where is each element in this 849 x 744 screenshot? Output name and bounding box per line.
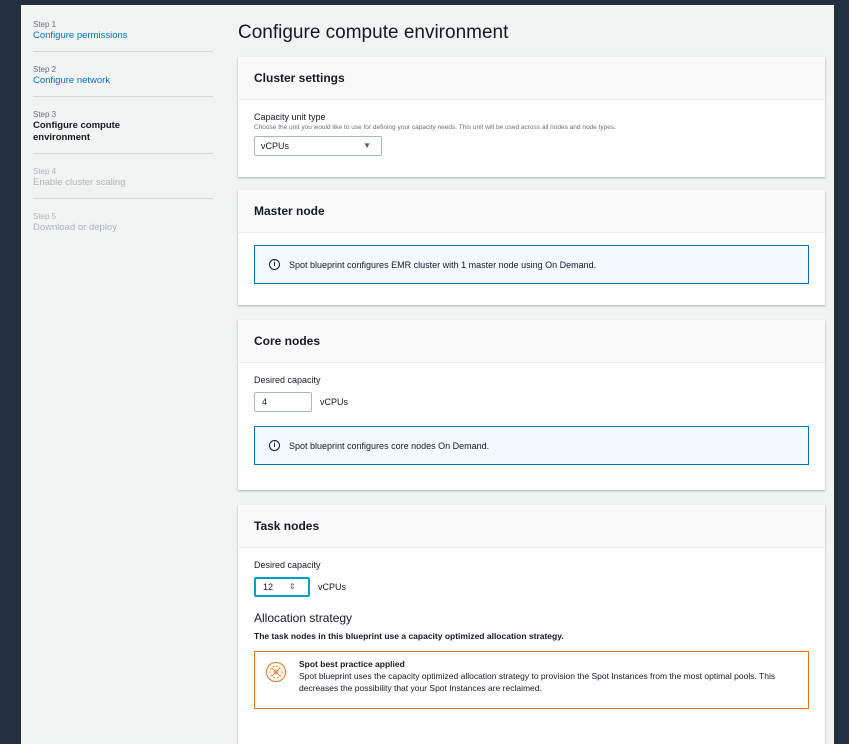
card-header: Cluster settings — [238, 57, 825, 100]
step-link-configure-permissions[interactable]: Configure permissions — [33, 30, 213, 42]
spinner-arrows-icon[interactable]: ⇕ — [289, 579, 296, 595]
step-link-configure-network[interactable]: Configure network — [33, 75, 213, 87]
info-circle-icon: i — [269, 440, 280, 451]
best-practice-alert: Spot best practice applied Spot blueprin… — [254, 651, 809, 709]
card-header: Core nodes — [238, 320, 825, 363]
capacity-unit-description: Choose the unit you would like to use fo… — [254, 124, 616, 131]
capacity-unit-select[interactable]: vCPUs ▼ — [254, 136, 382, 156]
step-2[interactable]: Step 2 Configure network — [33, 60, 213, 97]
step-number: Step 4 — [33, 167, 57, 176]
task-nodes-card: Task nodes Desired capacity 12 ⇕ vCPUs A… — [238, 505, 825, 744]
step-5: Step 5 Download or deploy — [33, 207, 213, 243]
info-text: Spot blueprint configures EMR cluster wi… — [289, 259, 597, 270]
unit-label: vCPUs — [320, 397, 349, 407]
step-number: Step 1 — [33, 20, 57, 29]
best-practice-title: Spot best practice applied — [299, 659, 405, 669]
card-header: Master node — [238, 190, 825, 233]
capacity-unit-label: Capacity unit type — [254, 112, 326, 122]
desired-capacity-label: Desired capacity — [254, 375, 321, 385]
core-capacity-input[interactable]: 4 — [254, 392, 312, 412]
step-current-configure-compute: Configure compute environment — [33, 120, 121, 143]
step-number: Step 5 — [33, 212, 57, 221]
card-header: Task nodes — [238, 505, 825, 548]
step-number: Step 3 — [33, 110, 57, 119]
best-practice-text: Spot blueprint uses the capacity optimiz… — [299, 671, 776, 693]
input-value: 12 — [263, 582, 274, 592]
info-alert: i Spot blueprint configures core nodes O… — [254, 426, 809, 465]
cluster-settings-card: Cluster settings Capacity unit type Choo… — [238, 57, 825, 177]
step-number: Step 2 — [33, 65, 57, 74]
info-alert: i Spot blueprint configures EMR cluster … — [254, 245, 809, 284]
step-3: Step 3 Configure compute environment — [33, 105, 213, 154]
allocation-strategy-heading: Allocation strategy — [254, 611, 353, 625]
select-value: vCPUs — [261, 141, 290, 151]
task-capacity-input[interactable]: 12 ⇕ — [254, 577, 310, 597]
allocation-strategy-text: The task nodes in this blueprint use a c… — [254, 631, 564, 641]
spot-badge-icon — [265, 661, 287, 683]
core-nodes-card: Core nodes Desired capacity 4 vCPUs i Sp… — [238, 320, 825, 490]
desired-capacity-label: Desired capacity — [254, 560, 321, 570]
info-circle-icon: i — [269, 259, 280, 270]
step-disabled-download-deploy: Download or deploy — [33, 222, 117, 233]
info-text: Spot blueprint configures core nodes On … — [289, 440, 490, 451]
wizard-steps-nav: Step 1 Configure permissions Step 2 Conf… — [33, 15, 213, 251]
master-node-card: Master node i Spot blueprint configures … — [238, 190, 825, 305]
caret-down-icon: ▼ — [363, 141, 371, 150]
page-title: Configure compute environment — [238, 22, 509, 43]
step-1[interactable]: Step 1 Configure permissions — [33, 15, 213, 52]
wizard-frame: Step 1 Configure permissions Step 2 Conf… — [21, 5, 834, 744]
step-4: Step 4 Enable cluster scaling — [33, 162, 213, 199]
step-disabled-enable-scaling: Enable cluster scaling — [33, 177, 126, 188]
unit-label: vCPUs — [318, 582, 347, 592]
